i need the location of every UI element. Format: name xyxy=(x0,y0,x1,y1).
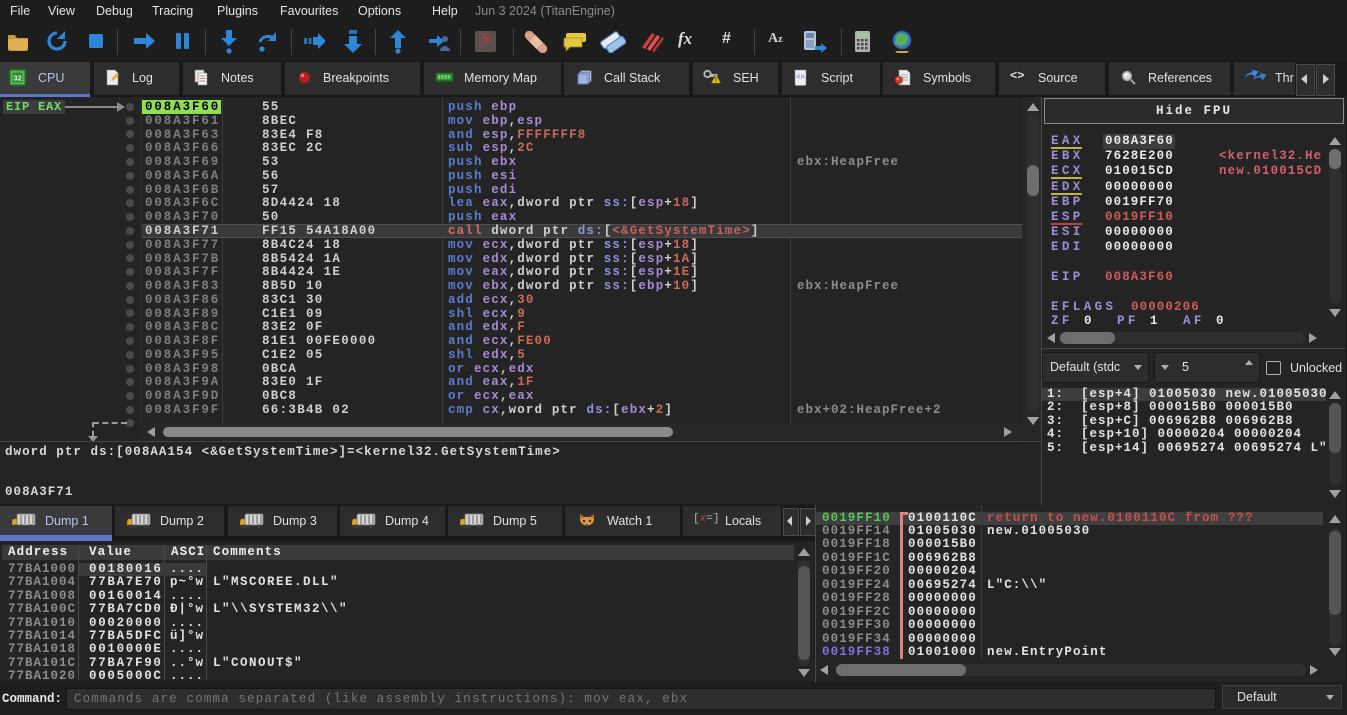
svg-text:32: 32 xyxy=(13,74,21,83)
svg-text:!: ! xyxy=(715,77,717,84)
svg-text:<>: <> xyxy=(796,74,804,82)
